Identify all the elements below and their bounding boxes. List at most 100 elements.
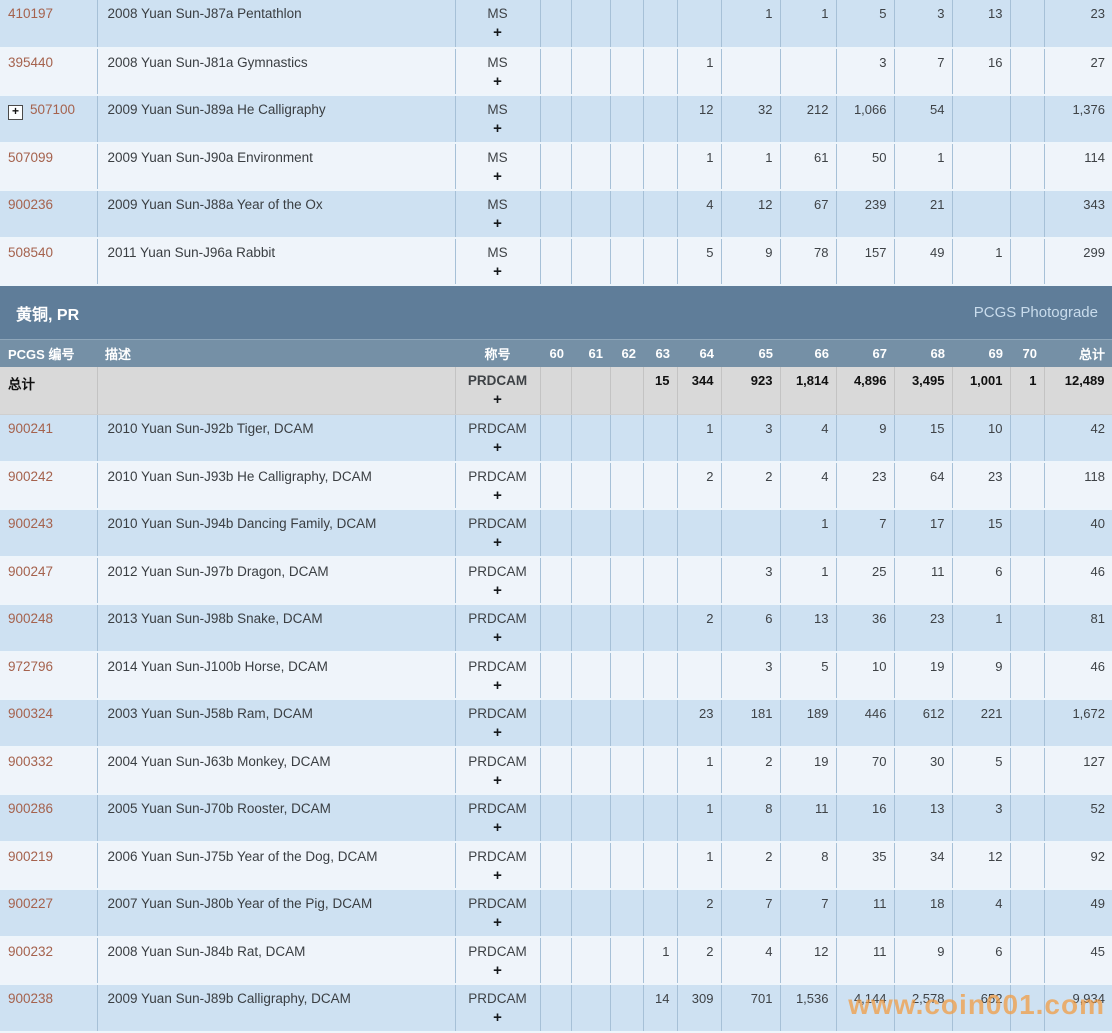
designation-cell: MS+ bbox=[455, 143, 540, 191]
plus-grade-toggle[interactable]: + bbox=[456, 774, 540, 788]
plus-grade-toggle[interactable]: + bbox=[456, 489, 540, 503]
grade-count-cell-67: 16 bbox=[836, 794, 894, 842]
description-cell: 2010 Yuan Sun-J92b Tiger, DCAM bbox=[97, 414, 455, 462]
plus-grade-toggle[interactable]: + bbox=[456, 217, 540, 231]
grade-count-cell-60 bbox=[540, 0, 571, 48]
plus-grade-toggle[interactable]: + bbox=[456, 441, 540, 455]
grade-count-cell-69: 221 bbox=[952, 699, 1010, 747]
plus-grade-toggle[interactable]: + bbox=[456, 821, 540, 835]
grade-count-cell-60 bbox=[540, 557, 571, 605]
grade-count-cell-62 bbox=[610, 937, 643, 985]
table-row: 5085402011 Yuan Sun-J96a RabbitMS+597815… bbox=[0, 238, 1112, 286]
designation-cell: MS+ bbox=[455, 238, 540, 286]
pcgs-number-link[interactable]: 900219 bbox=[8, 849, 53, 864]
grade-count-cell-63 bbox=[643, 48, 677, 96]
grade-count-cell-61 bbox=[571, 937, 610, 985]
pcgs-number-link[interactable]: 900241 bbox=[8, 421, 53, 436]
plus-grade-toggle[interactable]: + bbox=[456, 170, 540, 184]
plus-grade-toggle[interactable]: + bbox=[456, 536, 540, 550]
pcgs-number-link[interactable]: 900232 bbox=[8, 944, 53, 959]
description-cell: 2009 Yuan Sun-J88a Year of the Ox bbox=[97, 190, 455, 238]
grade-count-cell-65: 4 bbox=[721, 937, 780, 985]
column-header-grade-67: 67 bbox=[836, 340, 894, 367]
total-count-cell: 23 bbox=[1044, 0, 1112, 48]
pcgs-number-link[interactable]: 507099 bbox=[8, 150, 53, 165]
pcgs-number-cell: 900241 bbox=[0, 414, 97, 462]
pcgs-number-link[interactable]: 900332 bbox=[8, 754, 53, 769]
plus-grade-toggle[interactable]: + bbox=[456, 584, 540, 598]
pcgs-number-link[interactable]: 900227 bbox=[8, 896, 53, 911]
pcgs-number-link[interactable]: 900236 bbox=[8, 197, 53, 212]
section-band: 黄铜, PR PCGS Photograde bbox=[0, 286, 1112, 339]
pcgs-number-link[interactable]: 900243 bbox=[8, 516, 53, 531]
pr-population-table: PCGS 编号描述称号6061626364656667686970总计 总计PR… bbox=[0, 339, 1112, 1033]
table-row: 900238 2009 Yuan Sun-J89b Calligraphy, DC… bbox=[0, 984, 1112, 1032]
column-header-grade-70: 70 bbox=[1010, 340, 1044, 367]
grade-count-cell-62 bbox=[610, 604, 643, 652]
plus-grade-toggle[interactable]: + bbox=[456, 679, 540, 693]
description-cell: 2010 Yuan Sun-J93b He Calligraphy, DCAM bbox=[97, 462, 455, 510]
pcgs-photograde-link[interactable]: PCGS Photograde bbox=[974, 304, 1098, 321]
plus-grade-toggle[interactable]: + bbox=[456, 916, 540, 930]
grade-count-cell-65: 1 bbox=[721, 143, 780, 191]
grade-count-cell-66: 61 bbox=[780, 143, 836, 191]
total-count-cell: 46 bbox=[1044, 557, 1112, 605]
plus-grade-toggle[interactable]: + bbox=[456, 1011, 540, 1025]
designation-label: PRDCAM bbox=[456, 801, 540, 816]
grade-count-cell-68: 15 bbox=[894, 414, 952, 462]
description-cell: 2009 Yuan Sun-J89b Calligraphy, DCAM bbox=[97, 984, 455, 1032]
pcgs-number-link[interactable]: 900242 bbox=[8, 469, 53, 484]
grade-count-cell-67: 239 bbox=[836, 190, 894, 238]
pcgs-number-link[interactable]: 507100 bbox=[30, 102, 75, 117]
grade-count-cell-61 bbox=[571, 794, 610, 842]
pcgs-number-link[interactable]: 900324 bbox=[8, 706, 53, 721]
pcgs-number-link[interactable]: 410197 bbox=[8, 6, 53, 21]
pcgs-number-link[interactable]: 508540 bbox=[8, 245, 53, 260]
pcgs-number-link[interactable]: 972796 bbox=[8, 659, 53, 674]
plus-grade-toggle[interactable]: + bbox=[456, 964, 540, 978]
grade-count-cell-70 bbox=[1010, 889, 1044, 937]
plus-grade-toggle[interactable]: + bbox=[456, 75, 540, 89]
grade-count-cell-63 bbox=[643, 842, 677, 890]
expand-toggle-icon[interactable]: + bbox=[8, 105, 23, 120]
grade-count-cell-69: 12 bbox=[952, 842, 1010, 890]
grade-count-cell-60 bbox=[540, 794, 571, 842]
grade-count-cell-63: 14 bbox=[643, 984, 677, 1032]
grade-count-cell-64: 344 bbox=[677, 367, 721, 415]
grade-count-cell-62 bbox=[610, 889, 643, 937]
pcgs-number-link[interactable]: 900247 bbox=[8, 564, 53, 579]
plus-grade-toggle[interactable]: + bbox=[456, 26, 540, 40]
grade-count-cell-67: 4,896 bbox=[836, 367, 894, 415]
plus-grade-toggle[interactable]: + bbox=[456, 393, 540, 407]
plus-grade-toggle[interactable]: + bbox=[456, 726, 540, 740]
grade-count-cell-61 bbox=[571, 699, 610, 747]
column-header-grade-62: 62 bbox=[610, 340, 643, 367]
grade-count-cell-67: 3 bbox=[836, 48, 894, 96]
grade-count-cell-65: 3 bbox=[721, 414, 780, 462]
plus-grade-toggle[interactable]: + bbox=[456, 265, 540, 279]
description-cell: 2011 Yuan Sun-J96a Rabbit bbox=[97, 238, 455, 286]
grade-count-cell-60 bbox=[540, 95, 571, 143]
table-row: +5071002009 Yuan Sun-J89a He Calligraphy… bbox=[0, 95, 1112, 143]
grade-count-cell-60 bbox=[540, 367, 571, 415]
plus-grade-toggle[interactable]: + bbox=[456, 122, 540, 136]
grade-count-cell-66: 78 bbox=[780, 238, 836, 286]
grade-count-cell-62 bbox=[610, 794, 643, 842]
grade-count-cell-65: 3 bbox=[721, 557, 780, 605]
section-title: 黄铜, PR bbox=[16, 301, 79, 325]
grade-count-cell-69 bbox=[952, 190, 1010, 238]
pcgs-number-link[interactable]: 395440 bbox=[8, 55, 53, 70]
grade-count-cell-62 bbox=[610, 747, 643, 795]
designation-cell: PRDCAM+ bbox=[455, 414, 540, 462]
grade-count-cell-66: 4 bbox=[780, 462, 836, 510]
plus-grade-toggle[interactable]: + bbox=[456, 631, 540, 645]
plus-grade-toggle[interactable]: + bbox=[456, 869, 540, 883]
pcgs-number-link[interactable]: 900248 bbox=[8, 611, 53, 626]
grade-count-cell-70 bbox=[1010, 238, 1044, 286]
grade-count-cell-70 bbox=[1010, 652, 1044, 700]
grade-count-cell-60 bbox=[540, 652, 571, 700]
pcgs-number-link[interactable]: 900238 bbox=[8, 991, 53, 1006]
pcgs-number-link[interactable]: 900286 bbox=[8, 801, 53, 816]
grade-count-cell-60 bbox=[540, 509, 571, 557]
pcgs-population-report-page: 4101972008 Yuan Sun-J87a PentathlonMS+11… bbox=[0, 0, 1112, 1033]
